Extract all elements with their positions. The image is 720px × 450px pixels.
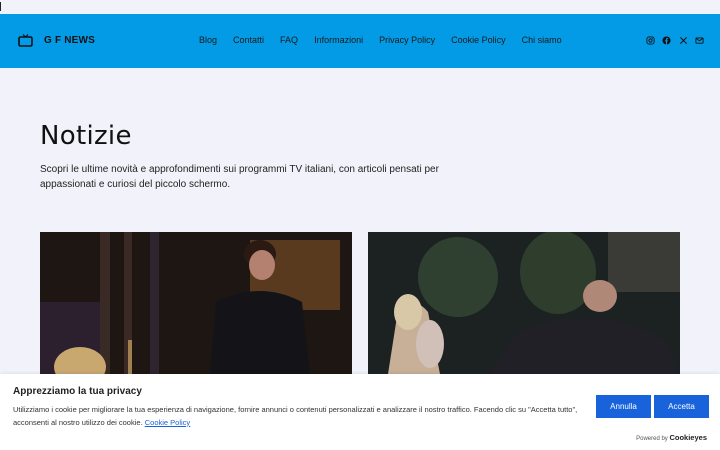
text-cursor (0, 2, 1, 11)
page-title: Notizie (40, 121, 132, 151)
social-links (638, 36, 704, 45)
powered-by: Powered by Cookieyes (636, 433, 707, 442)
nav-informazioni[interactable]: Informazioni (314, 35, 363, 45)
article-photo-2 (368, 232, 680, 374)
main-nav: Blog Contatti FAQ Informazioni Privacy P… (199, 35, 578, 45)
nav-contatti[interactable]: Contatti (233, 35, 264, 45)
article-card-image[interactable] (40, 232, 352, 374)
instagram-icon[interactable] (645, 36, 655, 45)
cookie-text: Utilizziamo i cookie per migliorare la t… (13, 405, 578, 427)
nav-cookie-policy[interactable]: Cookie Policy (451, 35, 506, 45)
x-icon[interactable] (679, 36, 688, 45)
site-header: G F NEWS Blog Contatti FAQ Informazioni … (0, 14, 720, 68)
accept-button[interactable]: Accetta (654, 395, 709, 418)
nav-faq[interactable]: FAQ (280, 35, 298, 45)
page-intro: Scopri le ultime novità e approfondiment… (40, 164, 439, 190)
brand-name: G F NEWS (44, 35, 96, 46)
tv-icon (18, 34, 33, 47)
powered-prefix: Powered by (636, 436, 668, 442)
cookie-message: Utilizziamo i cookie per migliorare la t… (13, 404, 583, 429)
cookie-banner: Apprezziamo la tua privacy Utilizziamo i… (0, 374, 720, 450)
reject-button[interactable]: Annulla (596, 395, 651, 418)
nav-privacy-policy[interactable]: Privacy Policy (379, 35, 435, 45)
nav-blog[interactable]: Blog (199, 35, 217, 45)
cookie-title: Apprezziamo la tua privacy (13, 386, 142, 397)
facebook-icon[interactable] (662, 36, 671, 45)
cookieyes-logo[interactable]: Cookieyes (669, 433, 707, 442)
mail-icon[interactable] (695, 36, 704, 45)
cookie-policy-link[interactable]: Cookie Policy (145, 418, 190, 427)
nav-chi-siamo[interactable]: Chi siamo (522, 35, 562, 45)
article-card-image[interactable] (368, 232, 680, 374)
site-brand[interactable]: G F NEWS (18, 34, 95, 47)
article-photo-1 (40, 232, 352, 374)
